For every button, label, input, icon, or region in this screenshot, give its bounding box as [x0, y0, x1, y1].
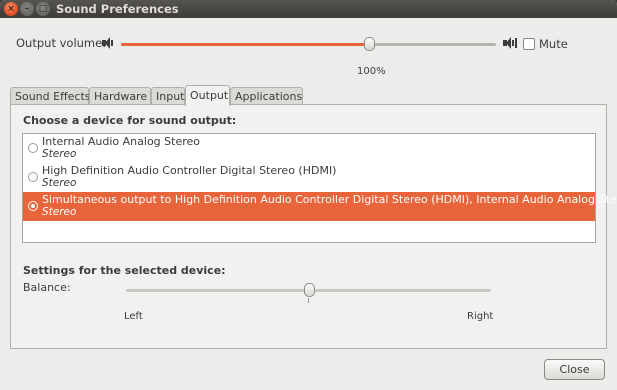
mute-checkbox[interactable] [523, 38, 535, 50]
window-title: Sound Preferences [56, 2, 179, 16]
output-volume-fill [121, 43, 369, 46]
device-profile: Stereo [42, 206, 77, 218]
settings-heading: Settings for the selected device: [23, 264, 226, 277]
device-row-selected[interactable]: Simultaneous output to High Definition A… [23, 192, 617, 221]
tab-input[interactable]: Input [151, 87, 185, 105]
tab-applications[interactable]: Applications [230, 87, 303, 105]
output-volume-slider[interactable] [121, 37, 496, 51]
tab-hardware[interactable]: Hardware [89, 87, 151, 105]
balance-right-label: Right [467, 311, 494, 322]
device-row[interactable]: High Definition Audio Controller Digital… [23, 163, 595, 192]
device-name: Internal Audio Analog Stereo [42, 135, 200, 148]
window-maximize-icon[interactable]: □ [36, 2, 50, 16]
sound-preferences-window: × – □ Sound Preferences Output volume: M… [0, 0, 617, 390]
mute-label[interactable]: Mute [539, 37, 568, 51]
device-radio[interactable] [28, 201, 38, 211]
speaker-low-icon [102, 37, 116, 49]
output-volume-thumb[interactable] [363, 37, 375, 51]
output-device-list: Internal Audio Analog Stereo Stereo High… [22, 133, 617, 243]
output-volume-percent: 100% [357, 66, 386, 77]
device-radio[interactable] [28, 172, 38, 182]
title-bar: × – □ Sound Preferences [0, 0, 617, 18]
balance-center-tick [308, 298, 309, 303]
window-minimize-icon[interactable]: – [20, 2, 34, 16]
output-volume-label: Output volume: [16, 36, 107, 50]
device-profile: Stereo [42, 148, 77, 160]
tab-output[interactable]: Output [185, 85, 230, 106]
device-profile: Stereo [42, 177, 77, 189]
balance-thumb[interactable] [303, 283, 315, 297]
balance-label: Balance: [23, 281, 71, 294]
speaker-high-icon [503, 37, 517, 49]
device-row[interactable]: Internal Audio Analog Stereo Stereo [23, 134, 595, 163]
device-radio[interactable] [28, 143, 38, 153]
choose-device-heading: Choose a device for sound output: [23, 114, 237, 127]
device-name: High Definition Audio Controller Digital… [42, 164, 337, 177]
device-name: Simultaneous output to High Definition A… [42, 193, 617, 206]
balance-slider[interactable] [126, 283, 491, 297]
balance-left-label: Left [124, 311, 143, 322]
tab-sound-effects[interactable]: Sound Effects [10, 87, 91, 105]
close-button[interactable]: Close [544, 359, 605, 380]
output-panel: Choose a device for sound output: Intern… [10, 104, 617, 349]
window-close-icon[interactable]: × [4, 2, 18, 16]
